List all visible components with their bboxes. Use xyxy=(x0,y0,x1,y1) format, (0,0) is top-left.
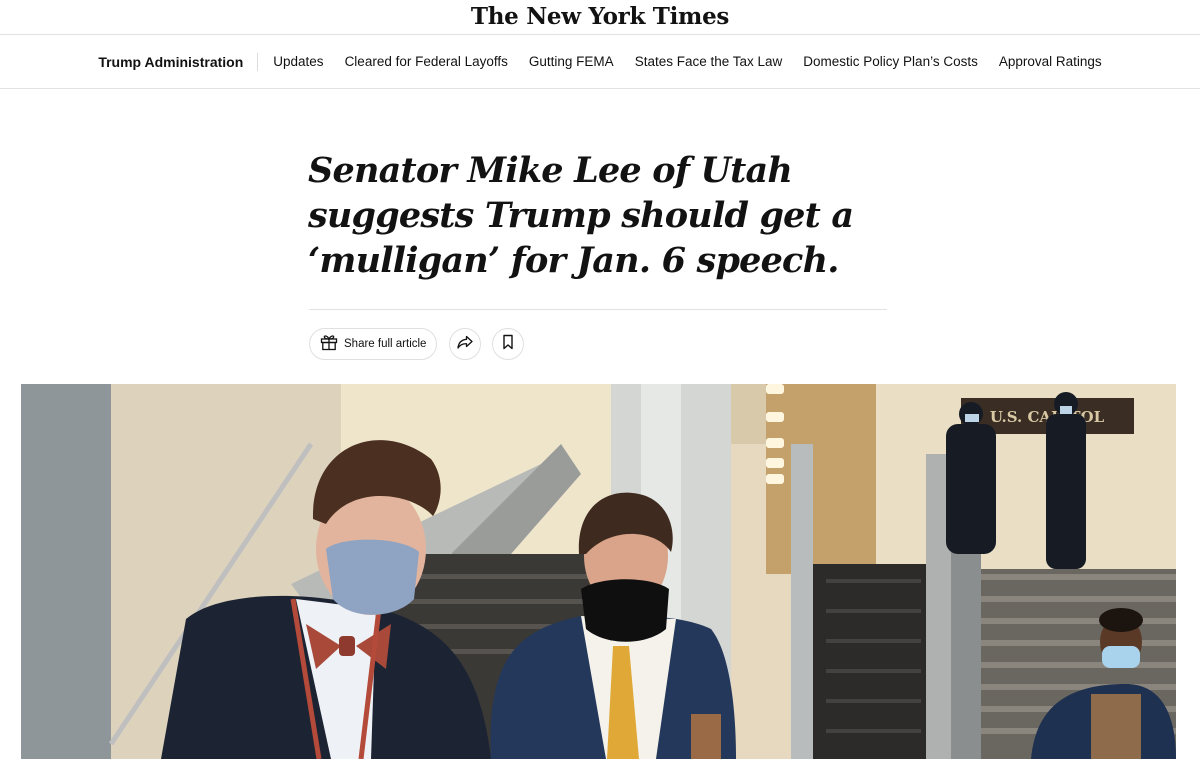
share-arrow-icon xyxy=(455,332,475,357)
share-button[interactable] xyxy=(449,328,482,360)
subnav-link-federal-layoffs[interactable]: Cleared for Federal Layoffs xyxy=(345,54,508,69)
section-subnav: Trump Administration Updates Cleared for… xyxy=(0,35,1200,89)
subnav-link-approval-ratings[interactable]: Approval Ratings xyxy=(999,54,1102,69)
gift-icon xyxy=(319,332,339,357)
article-toolbar: Share full article xyxy=(309,328,525,360)
headline-divider xyxy=(309,309,887,310)
subnav-title[interactable]: Trump Administration xyxy=(98,54,257,70)
subnav-divider xyxy=(257,52,259,71)
subnav-link-updates[interactable]: Updates xyxy=(273,54,323,69)
share-full-article-button[interactable]: Share full article xyxy=(309,328,438,360)
bookmark-icon xyxy=(498,332,518,357)
share-full-article-label: Share full article xyxy=(344,338,427,350)
nyt-logo[interactable]: The New York Times xyxy=(471,3,729,30)
subnav-inner: Trump Administration Updates Cleared for… xyxy=(98,52,1102,71)
lead-photo: U.S. CAPITOL xyxy=(21,384,1176,759)
subnav-link-policy-costs[interactable]: Domestic Policy Plan’s Costs xyxy=(803,54,978,69)
subnav-link-tax-law[interactable]: States Face the Tax Law xyxy=(635,54,783,69)
masthead: The New York Times xyxy=(0,0,1200,35)
article-headline: Senator Mike Lee of Utah suggests Trump … xyxy=(308,150,854,281)
save-button[interactable] xyxy=(492,328,525,360)
subnav-link-fema[interactable]: Gutting FEMA xyxy=(529,54,614,69)
